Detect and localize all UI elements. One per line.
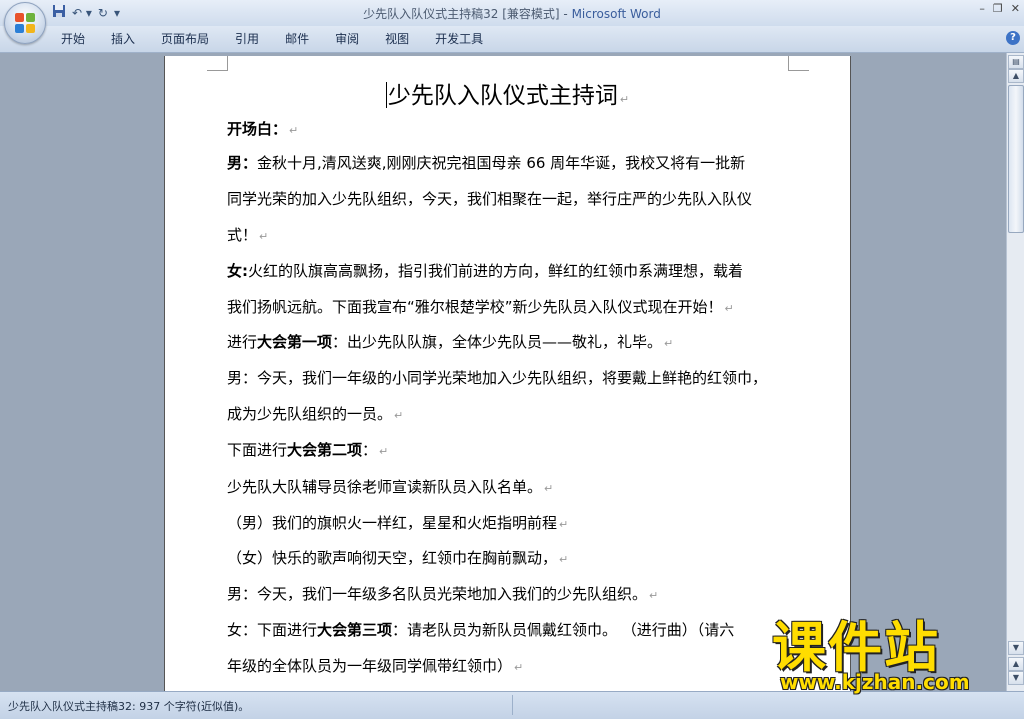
ribbon-tab[interactable]: 审阅	[322, 26, 372, 52]
scroll-up-button[interactable]: ▲	[1008, 69, 1024, 83]
paragraph-mark: ↵	[289, 124, 299, 137]
line-text: （女）快乐的歌声响彻天空，红领巾在胸前飘动，	[227, 549, 558, 567]
line-text: 进行	[227, 333, 258, 351]
ribbon-tab[interactable]: 引用	[222, 26, 272, 52]
minimize-icon[interactable]: –	[979, 2, 985, 15]
document-workspace: 少先队入队仪式主持词 ↵ 开场白： ↵ 男：金秋十月,清风送爽,刚刚庆祝完祖国母亲 6…	[0, 53, 1006, 691]
text-cursor	[385, 82, 387, 108]
document-line: （男）我们的旗帜火一样红，星星和火炬指明前程 ↵	[227, 512, 568, 533]
ribbon-tab-bar: 开始 插入 页面布局 引用 邮件 审阅 视图 开发工具 ?	[0, 26, 1024, 53]
watermark: 课件站 www.kjzhan.com	[772, 616, 1004, 695]
ribbon-tab[interactable]: 邮件	[272, 26, 322, 52]
title-separator: -	[559, 7, 572, 21]
line-text: 女：下面进行	[227, 621, 318, 639]
bold-text: 开场白：	[227, 120, 288, 138]
previous-page-button[interactable]: ▲	[1008, 657, 1024, 671]
window-controls: – ❐ ✕	[979, 2, 1020, 15]
document-name: 少先队入队仪式主持稿32 [兼容模式]	[363, 7, 560, 21]
paragraph-mark: ↵	[649, 589, 659, 602]
ribbon-tab[interactable]: 视图	[372, 26, 422, 52]
line-text: 金秋十月,清风送爽,刚刚庆祝完祖国母亲 66 周年华诞，我校又将有一批新	[257, 154, 746, 172]
window-title: 少先队入队仪式主持稿32 [兼容模式] - Microsoft Word	[0, 5, 1024, 22]
line-text: 下面进行	[227, 441, 288, 459]
status-text: 少先队入队仪式主持稿32: 937 个字符(近似值)。	[8, 700, 250, 713]
document-line: 成为少先队组织的一员。 ↵	[227, 403, 403, 424]
office-logo-icon	[15, 13, 35, 33]
vertical-scrollbar[interactable]: ▤ ▲ ▼ ▲ ▼	[1006, 53, 1024, 691]
paragraph-mark: ↵	[724, 302, 734, 315]
document-title: 少先队入队仪式主持词 ↵	[165, 76, 850, 110]
line-text: （男）我们的旗帜火一样红，星星和火炬指明前程	[227, 514, 558, 532]
paragraph-mark: ↵	[559, 553, 569, 566]
app-name: Microsoft Word	[571, 7, 661, 21]
document-line: 男：今天，我们一年级的小同学光荣地加入少先队组织，将要戴上鲜艳的红领巾，	[227, 367, 767, 388]
line-text: 式！	[227, 226, 258, 244]
paragraph-mark: ↵	[394, 409, 404, 422]
document-line: 女：下面进行大会第三项：请老队员为新队员佩戴红领巾。 （进行曲）（请六	[227, 619, 734, 640]
line-text: 火红的队旗高高飘扬，指引我们前进的方向，鲜红的红领巾系满理想，载着	[248, 262, 744, 280]
line-text: 我们扬帆远航。下面我宣布“雅尔根楚学校”新少先队员入队仪式现在开始！	[227, 298, 723, 316]
paragraph-mark: ↵	[664, 337, 674, 350]
line-text: 年级的全体队员为一年级同学佩带红领巾）	[227, 657, 513, 675]
document-line: （女）快乐的歌声响彻天空，红领巾在胸前飘动， ↵	[227, 547, 568, 568]
bold-text: 大会第一项	[257, 333, 333, 351]
watermark-url: www.kjzhan.com	[780, 670, 970, 694]
document-line: 同学光荣的加入少先队组织，今天，我们相聚在一起，举行庄严的少先队入队仪	[227, 188, 752, 209]
ribbon-tab[interactable]: 开发工具	[422, 26, 496, 52]
paragraph-mark: ↵	[544, 482, 554, 495]
line-text: ：	[362, 441, 378, 459]
bold-text: 大会第二项	[287, 441, 363, 459]
line-text: 男：今天，我们一年级多名队员光荣地加入我们的少先队组织。	[227, 585, 648, 603]
ribbon-tabs: 开始 插入 页面布局 引用 邮件 审阅 视图 开发工具	[48, 26, 496, 52]
document-page[interactable]: 少先队入队仪式主持词 ↵ 开场白： ↵ 男：金秋十月,清风送爽,刚刚庆祝完祖国母亲 6…	[164, 56, 851, 691]
document-line: 开场白： ↵	[227, 118, 298, 139]
line-text: 成为少先队组织的一员。	[227, 405, 393, 423]
ribbon-tab[interactable]: 页面布局	[148, 26, 222, 52]
document-line: 女:火红的队旗高高飘扬，指引我们前进的方向，鲜红的红领巾系满理想，载着	[227, 260, 743, 281]
bold-text: 大会第三项	[317, 621, 393, 639]
document-line: 男：今天，我们一年级多名队员光荣地加入我们的少先队组织。 ↵	[227, 583, 658, 604]
paragraph-mark: ↵	[514, 661, 524, 674]
ribbon-tab[interactable]: 开始	[48, 26, 98, 52]
line-text: 男：今天，我们一年级的小同学光荣地加入少先队组织，将要戴上鲜艳的红领巾，	[227, 369, 768, 387]
document-line: 式！ ↵	[227, 224, 268, 245]
line-text: 同学光荣的加入少先队组织，今天，我们相聚在一起，举行庄严的少先队入队仪	[227, 190, 753, 208]
line-text: 少先队大队辅导员徐老师宣读新队员入队名单。	[227, 478, 543, 496]
scroll-down-button[interactable]: ▼	[1008, 641, 1024, 655]
paragraph-mark: ↵	[619, 93, 630, 106]
status-separator	[512, 695, 813, 715]
title-bar: ↶ ▾ ↻ ▾ 少先队入队仪式主持稿32 [兼容模式] - Microsoft …	[0, 0, 1024, 26]
document-line: 年级的全体队员为一年级同学佩带红领巾） ↵	[227, 655, 523, 676]
line-text: ：出少先队队旗，全体少先队员——敬礼，礼毕。	[332, 333, 663, 351]
document-line: 少先队大队辅导员徐老师宣读新队员入队名单。 ↵	[227, 476, 553, 497]
watermark-title: 课件站	[772, 616, 940, 679]
bold-text: 男：	[227, 154, 258, 172]
paragraph-mark: ↵	[259, 230, 269, 243]
crop-mark-right	[788, 56, 809, 71]
ruler-toggle-icon[interactable]: ▤	[1008, 55, 1024, 69]
next-page-button[interactable]: ▼	[1008, 671, 1024, 685]
help-icon[interactable]: ?	[1006, 31, 1020, 45]
scrollbar-thumb[interactable]	[1008, 85, 1024, 233]
document-line: 男：金秋十月,清风送爽,刚刚庆祝完祖国母亲 66 周年华诞，我校又将有一批新	[227, 152, 745, 173]
document-line: 下面进行大会第二项： ↵	[227, 439, 388, 460]
crop-mark-left	[207, 56, 228, 71]
paragraph-mark: ↵	[379, 445, 389, 458]
office-button[interactable]	[4, 2, 46, 44]
restore-icon[interactable]: ❐	[993, 2, 1003, 15]
status-bar: 少先队入队仪式主持稿32: 937 个字符(近似值)。	[0, 691, 1024, 719]
line-text: ：请老队员为新队员佩戴红领巾。 （进行曲）（请六	[392, 621, 735, 639]
bold-text: 女:	[227, 262, 248, 280]
document-line: 进行大会第一项：出少先队队旗，全体少先队员——敬礼，礼毕。 ↵	[227, 331, 673, 352]
document-title-text: 少先队入队仪式主持词	[387, 83, 618, 109]
document-line: 我们扬帆远航。下面我宣布“雅尔根楚学校”新少先队员入队仪式现在开始！ ↵	[227, 296, 734, 317]
ribbon-tab[interactable]: 插入	[98, 26, 148, 52]
close-icon[interactable]: ✕	[1011, 2, 1020, 15]
paragraph-mark: ↵	[559, 518, 569, 531]
